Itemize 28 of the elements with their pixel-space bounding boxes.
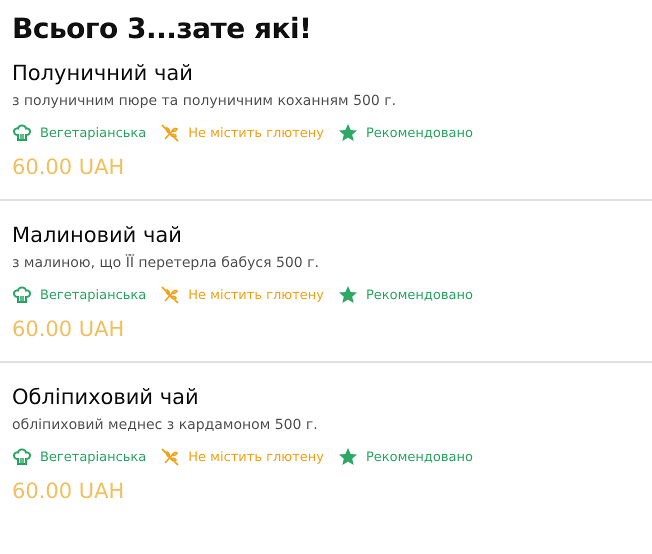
crossed-wheat-icon (160, 123, 180, 143)
product-name: Полуничний чай (12, 61, 194, 85)
chef-hat-icon (12, 123, 32, 143)
tag-label: Рекомендовано (366, 126, 473, 140)
tag-label: Не містить глютену (188, 126, 324, 140)
chef-hat-icon (12, 285, 32, 305)
tag-label: Не містить глютену (188, 288, 324, 302)
chef-hat-icon (12, 447, 32, 467)
tag-label: Вегетаріанська (40, 126, 146, 140)
tag-label: Вегетаріанська (40, 288, 146, 302)
product-name: Малиновий чай (12, 223, 183, 247)
star-icon (338, 447, 358, 467)
crossed-wheat-icon (160, 447, 180, 467)
product-price: 60.00 UAH (12, 155, 126, 179)
crossed-wheat-icon (160, 285, 180, 305)
product-description: з малиною, що ЇЇ перетерла бабуся 500 г. (12, 255, 320, 271)
tag-label: Рекомендовано (366, 288, 473, 302)
product-description: з полуничним пюре та полуничним коханням 500 г. (12, 93, 398, 109)
product-price: 60.00 UAH (12, 479, 126, 503)
star-icon (338, 285, 358, 305)
page-heading: Всього 3...зате які! (12, 12, 312, 45)
product-price: 60.00 UAH (12, 317, 126, 341)
tag-label: Не містить глютену (188, 450, 324, 464)
product-name: Обліпиховий чай (12, 385, 200, 409)
product-description: обліпиховий меднес з кардамоном 500 г. (12, 417, 319, 433)
tag-label: Рекомендовано (366, 450, 473, 464)
tag-label: Вегетаріанська (40, 450, 146, 464)
star-icon (338, 123, 358, 143)
